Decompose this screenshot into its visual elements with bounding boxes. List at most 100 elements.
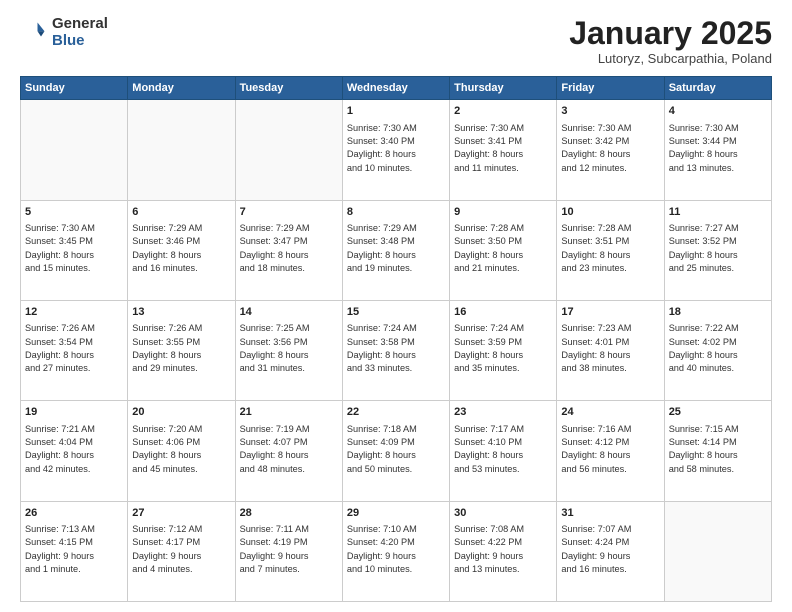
calendar-cell: 18 Sunrise: 7:22 AM Sunset: 4:02 PM Dayli… [664,300,771,400]
day-info: Sunrise: 7:28 AM Sunset: 3:50 PM Dayligh… [454,222,552,275]
day-number: 4 [669,104,767,119]
day-number: 18 [669,305,767,320]
header: General Blue January 2025 Lutoryz, Subca… [20,16,772,66]
col-thursday: Thursday [450,77,557,100]
col-sunday: Sunday [21,77,128,100]
calendar-cell: 8 Sunrise: 7:29 AM Sunset: 3:48 PM Daylig… [342,200,449,300]
calendar-cell: 21Sunrise: 7:19 AM Sunset: 4:07 PM Dayli… [235,401,342,501]
calendar-week-4: 19 Sunrise: 7:21 AM Sunset: 4:04 PM Dayli… [21,401,772,501]
calendar-cell: 2 Sunrise: 7:30 AM Sunset: 3:41 PM Daylig… [450,100,557,200]
calendar-cell: 1 Sunrise: 7:30 AM Sunset: 3:40 PM Daylig… [342,100,449,200]
day-info: Sunrise: 7:26 AM Sunset: 3:55 PM Dayligh… [132,322,230,375]
day-number: 24 [561,405,659,420]
calendar-week-5: 26 Sunrise: 7:13 AM Sunset: 4:15 PM Dayli… [21,501,772,601]
day-info: Sunrise: 7:20 AM Sunset: 4:06 PM Dayligh… [132,423,230,476]
day-info: Sunrise: 7:29 AM Sunset: 3:48 PM Dayligh… [347,222,445,275]
col-friday: Friday [557,77,664,100]
day-number: 10 [561,205,659,220]
calendar-cell: 13 Sunrise: 7:26 AM Sunset: 3:55 PM Dayli… [128,300,235,400]
day-info: Sunrise: 7:29 AM Sunset: 3:46 PM Dayligh… [132,222,230,275]
day-number: 16 [454,305,552,320]
calendar-cell: 12Sunrise: 7:26 AM Sunset: 3:54 PM Dayli… [21,300,128,400]
day-info: Sunrise: 7:22 AM Sunset: 4:02 PM Dayligh… [669,322,767,375]
col-tuesday: Tuesday [235,77,342,100]
calendar-cell: 30 Sunrise: 7:08 AM Sunset: 4:22 PM Dayli… [450,501,557,601]
day-info: Sunrise: 7:08 AM Sunset: 4:22 PM Dayligh… [454,523,552,576]
logo: General Blue [20,16,108,49]
day-info: Sunrise: 7:30 AM Sunset: 3:45 PM Dayligh… [25,222,123,275]
day-number: 30 [454,506,552,521]
day-number: 13 [132,305,230,320]
day-info: Sunrise: 7:30 AM Sunset: 3:42 PM Dayligh… [561,122,659,175]
day-info: Sunrise: 7:17 AM Sunset: 4:10 PM Dayligh… [454,423,552,476]
day-info: Sunrise: 7:30 AM Sunset: 3:40 PM Dayligh… [347,122,445,175]
day-number: 21 [240,405,338,420]
calendar-cell: 11Sunrise: 7:27 AM Sunset: 3:52 PM Dayli… [664,200,771,300]
day-info: Sunrise: 7:10 AM Sunset: 4:20 PM Dayligh… [347,523,445,576]
col-wednesday: Wednesday [342,77,449,100]
day-number: 19 [25,405,123,420]
day-info: Sunrise: 7:21 AM Sunset: 4:04 PM Dayligh… [25,423,123,476]
day-number: 8 [347,205,445,220]
day-info: Sunrise: 7:25 AM Sunset: 3:56 PM Dayligh… [240,322,338,375]
day-info: Sunrise: 7:24 AM Sunset: 3:59 PM Dayligh… [454,322,552,375]
day-number: 6 [132,205,230,220]
calendar-body: 1 Sunrise: 7:30 AM Sunset: 3:40 PM Daylig… [21,100,772,602]
calendar-header-row: Sunday Monday Tuesday Wednesday Thursday… [21,77,772,100]
logo-icon [20,19,48,47]
day-number: 11 [669,205,767,220]
day-number: 25 [669,405,767,420]
calendar-cell: 16 Sunrise: 7:24 AM Sunset: 3:59 PM Dayli… [450,300,557,400]
day-info: Sunrise: 7:28 AM Sunset: 3:51 PM Dayligh… [561,222,659,275]
calendar-cell: 22 Sunrise: 7:18 AM Sunset: 4:09 PM Dayli… [342,401,449,501]
calendar-week-2: 5 Sunrise: 7:30 AM Sunset: 3:45 PM Daylig… [21,200,772,300]
calendar-cell: 23 Sunrise: 7:17 AM Sunset: 4:10 PM Dayli… [450,401,557,501]
day-info: Sunrise: 7:30 AM Sunset: 3:44 PM Dayligh… [669,122,767,175]
title-block: January 2025 Lutoryz, Subcarpathia, Pola… [569,16,772,66]
day-info: Sunrise: 7:23 AM Sunset: 4:01 PM Dayligh… [561,322,659,375]
day-number: 28 [240,506,338,521]
location-subtitle: Lutoryz, Subcarpathia, Poland [569,51,772,66]
day-number: 5 [25,205,123,220]
calendar-week-1: 1 Sunrise: 7:30 AM Sunset: 3:40 PM Daylig… [21,100,772,200]
calendar-cell: 10 Sunrise: 7:28 AM Sunset: 3:51 PM Dayli… [557,200,664,300]
day-number: 3 [561,104,659,119]
day-number: 2 [454,104,552,119]
calendar-cell: 27Sunrise: 7:12 AM Sunset: 4:17 PM Dayli… [128,501,235,601]
day-info: Sunrise: 7:07 AM Sunset: 4:24 PM Dayligh… [561,523,659,576]
day-info: Sunrise: 7:12 AM Sunset: 4:17 PM Dayligh… [132,523,230,576]
calendar-cell: 19 Sunrise: 7:21 AM Sunset: 4:04 PM Dayli… [21,401,128,501]
day-number: 17 [561,305,659,320]
logo-text: General Blue [52,16,108,49]
day-number: 14 [240,305,338,320]
calendar-cell: 9Sunrise: 7:28 AM Sunset: 3:50 PM Daylig… [450,200,557,300]
day-info: Sunrise: 7:30 AM Sunset: 3:41 PM Dayligh… [454,122,552,175]
logo-blue: Blue [52,33,108,50]
day-number: 7 [240,205,338,220]
day-info: Sunrise: 7:15 AM Sunset: 4:14 PM Dayligh… [669,423,767,476]
col-monday: Monday [128,77,235,100]
day-info: Sunrise: 7:13 AM Sunset: 4:15 PM Dayligh… [25,523,123,576]
calendar-cell: 20 Sunrise: 7:20 AM Sunset: 4:06 PM Dayli… [128,401,235,501]
day-number: 22 [347,405,445,420]
calendar-cell: 14 Sunrise: 7:25 AM Sunset: 3:56 PM Dayli… [235,300,342,400]
calendar-cell: 31Sunrise: 7:07 AM Sunset: 4:24 PM Dayli… [557,501,664,601]
day-info: Sunrise: 7:26 AM Sunset: 3:54 PM Dayligh… [25,322,123,375]
calendar-week-3: 12Sunrise: 7:26 AM Sunset: 3:54 PM Dayli… [21,300,772,400]
day-number: 26 [25,506,123,521]
logo-general: General [52,16,108,33]
day-number: 20 [132,405,230,420]
calendar-cell: 25 Sunrise: 7:15 AM Sunset: 4:14 PM Dayli… [664,401,771,501]
page: General Blue January 2025 Lutoryz, Subca… [0,0,792,612]
day-number: 29 [347,506,445,521]
day-number: 1 [347,104,445,119]
calendar-cell: 4 Sunrise: 7:30 AM Sunset: 3:44 PM Daylig… [664,100,771,200]
day-number: 23 [454,405,552,420]
calendar-cell: 26 Sunrise: 7:13 AM Sunset: 4:15 PM Dayli… [21,501,128,601]
day-info: Sunrise: 7:16 AM Sunset: 4:12 PM Dayligh… [561,423,659,476]
calendar-cell [235,100,342,200]
calendar-cell: 3 Sunrise: 7:30 AM Sunset: 3:42 PM Daylig… [557,100,664,200]
calendar-cell: 28Sunrise: 7:11 AM Sunset: 4:19 PM Dayli… [235,501,342,601]
calendar-cell: 24 Sunrise: 7:16 AM Sunset: 4:12 PM Dayli… [557,401,664,501]
day-info: Sunrise: 7:18 AM Sunset: 4:09 PM Dayligh… [347,423,445,476]
